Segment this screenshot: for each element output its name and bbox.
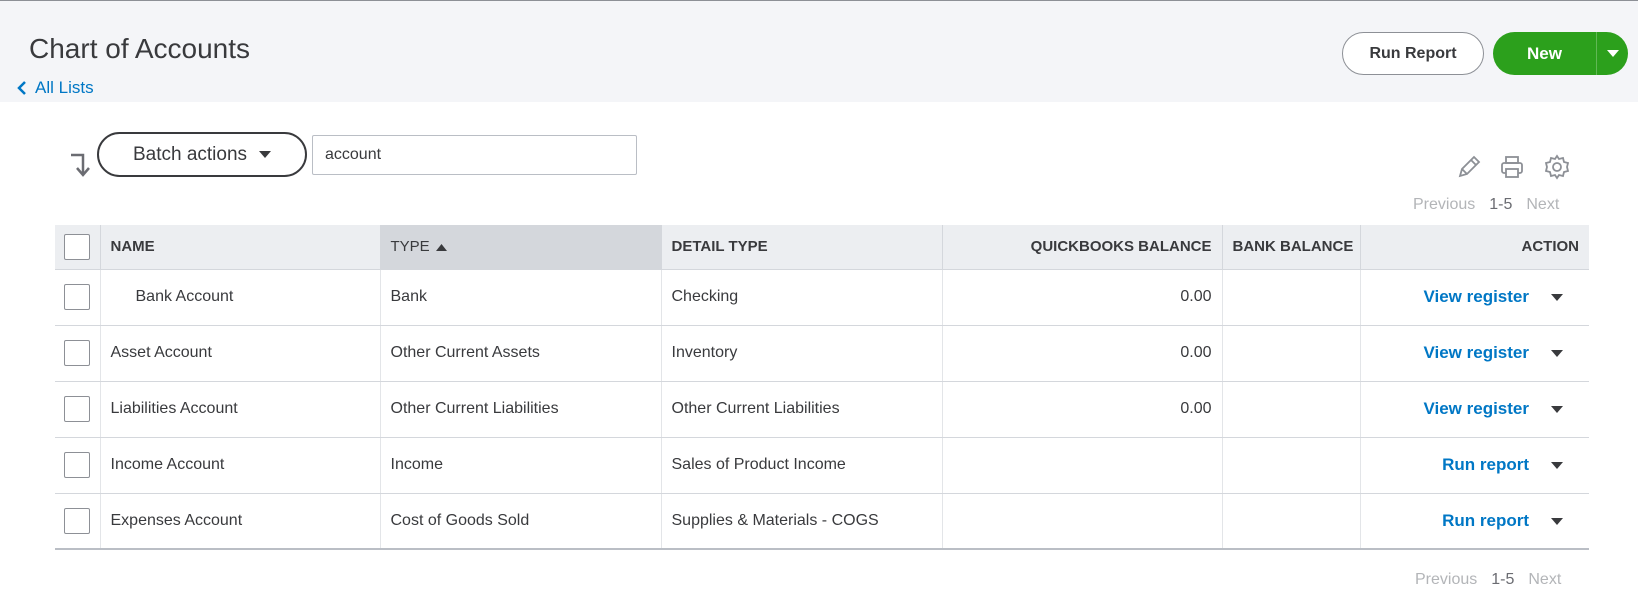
row-select-cell [55,325,101,382]
page-title: Chart of Accounts [29,33,251,64]
row-checkbox[interactable] [64,284,90,310]
view-register-link[interactable]: View register [1423,343,1529,362]
new-button-label: New [1527,43,1562,63]
view-register-link[interactable]: View register [1423,399,1529,418]
table-row: Liabilities Account Other Current Liabil… [55,381,1589,438]
batch-actions-button[interactable]: Batch actions [97,132,307,177]
account-name-text: Bank Account [135,288,234,305]
batch-actions-label: Batch actions [132,143,248,165]
row-select-cell [55,269,101,326]
table-row: Expenses Account Cost of Goods Sold Supp… [55,493,1589,550]
account-type: Other Current Liabilities [380,381,662,438]
pager-top: Previous 1-5 Next [1413,196,1559,214]
row-select-cell [55,437,101,494]
pager-bottom: Previous 1-5 Next [1415,571,1561,589]
column-header-action: ACTION [1360,225,1589,270]
account-detail-type: Other Current Liabilities [661,381,943,438]
run-report-link[interactable]: Run report [1442,511,1529,530]
row-checkbox[interactable] [64,452,90,478]
caret-down-icon[interactable] [1551,405,1563,414]
new-button[interactable]: New [1493,32,1628,75]
action-cell: View register [1360,325,1589,382]
account-type: Income [380,437,662,494]
search-input[interactable] [312,135,637,175]
row-checkbox[interactable] [64,340,90,366]
caret-down-icon [1606,49,1619,57]
caret-down-icon[interactable] [1551,293,1563,302]
action-cell: Run report [1360,437,1589,494]
bank-balance [1222,269,1361,326]
pager-next[interactable]: Next [1528,571,1561,589]
account-detail-type: Sales of Product Income [661,437,943,494]
account-name: Asset Account [100,325,381,382]
row-select-cell [55,381,101,438]
caret-down-icon [259,150,272,158]
table-row: Asset Account Other Current Assets Inven… [55,325,1589,382]
caret-down-icon[interactable] [1551,517,1563,526]
action-cell: View register [1360,381,1589,438]
all-lists-link[interactable]: All Lists [17,78,94,98]
caret-down-icon[interactable] [1551,461,1563,470]
select-all-cell [55,225,101,270]
bank-balance [1222,493,1361,550]
table-row: Bank Account Bank Checking 0.00 View reg… [55,269,1589,326]
chevron-left-icon [17,81,26,95]
quickbooks-balance: 0.00 [942,325,1223,382]
pager-next[interactable]: Next [1526,196,1559,214]
column-header-quickbooks-balance[interactable]: QUICKBOOKS BALANCE [942,225,1223,270]
run-report-button[interactable]: Run Report [1342,32,1484,75]
bank-balance [1222,325,1361,382]
account-type: Cost of Goods Sold [380,493,662,550]
pager-previous[interactable]: Previous [1413,196,1475,214]
table-row: Income Account Income Sales of Product I… [55,437,1589,494]
quickbooks-balance [942,437,1223,494]
account-name: Income Account [100,437,381,494]
column-header-name[interactable]: NAME [100,225,381,270]
column-header-type[interactable]: TYPE [380,225,662,270]
column-header-detail-type[interactable]: DETAIL TYPE [661,225,943,270]
account-name: Bank Account [100,269,381,326]
gear-icon[interactable] [1544,154,1570,180]
account-detail-type: Checking [661,269,943,326]
new-dropdown-toggle[interactable] [1596,32,1628,75]
account-detail-type: Inventory [661,325,943,382]
run-report-link[interactable]: Run report [1442,455,1529,474]
pager-range: 1-5 [1491,571,1515,588]
account-type: Bank [380,269,662,326]
column-header-bank-balance[interactable]: BANK BALANCE [1222,225,1361,270]
row-checkbox[interactable] [64,507,90,534]
account-name: Liabilities Account [100,381,381,438]
sort-ascending-icon [435,243,447,251]
action-cell: Run report [1360,493,1589,550]
account-type: Other Current Assets [380,325,662,382]
action-cell: View register [1360,269,1589,326]
bank-balance [1222,437,1361,494]
account-name: Expenses Account [100,493,381,550]
view-register-link[interactable]: View register [1423,287,1529,306]
quickbooks-balance: 0.00 [942,381,1223,438]
accounts-table: NAME TYPE DETAIL TYPE QUICKBOOKS BALANCE… [55,225,1589,550]
all-lists-label: All Lists [35,78,94,97]
bank-balance [1222,381,1361,438]
sort-toggle-icon[interactable] [68,152,90,178]
quickbooks-balance: 0.00 [942,269,1223,326]
pencil-icon[interactable] [1456,154,1482,180]
select-all-checkbox[interactable] [64,233,90,260]
row-select-cell [55,493,101,550]
printer-icon[interactable] [1499,154,1525,180]
row-checkbox[interactable] [64,396,90,422]
page-header: Chart of Accounts All Lists Run Report N… [0,1,1638,102]
pager-range: 1-5 [1489,196,1513,213]
caret-down-icon[interactable] [1551,349,1563,358]
pager-previous[interactable]: Previous [1415,571,1477,589]
column-header-type-label: TYPE [390,238,430,256]
quickbooks-balance [942,493,1223,550]
table-header-row: NAME TYPE DETAIL TYPE QUICKBOOKS BALANCE… [55,225,1589,270]
account-detail-type: Supplies & Materials - COGS [661,493,943,550]
